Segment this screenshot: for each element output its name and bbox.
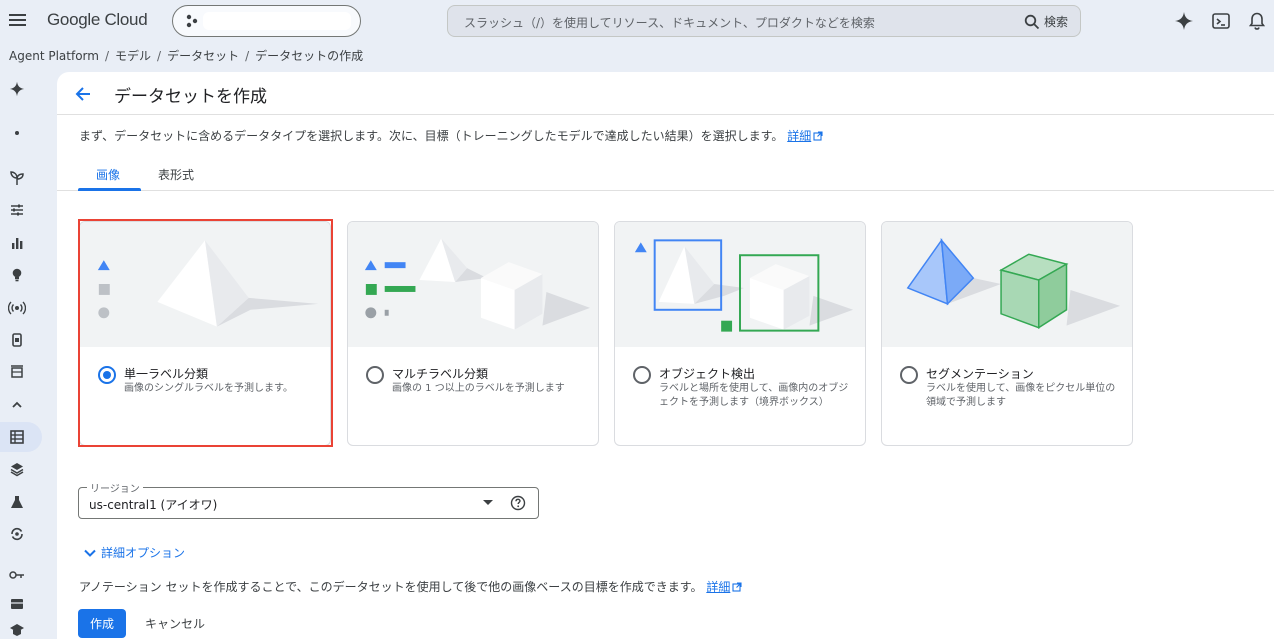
main-panel: データセットを作成 まず、データセットに含めるデータタイプを選択します。次に、目… xyxy=(57,72,1274,639)
breadcrumb-item[interactable]: データセット xyxy=(167,49,239,63)
region-value: us-central1 (アイオワ) xyxy=(89,498,218,512)
learn-more-label: 詳細 xyxy=(787,129,812,143)
chevron-down-icon xyxy=(84,549,96,557)
lightbulb-icon[interactable] xyxy=(8,266,26,284)
annotation-note: アノテーション セットを作成することで、このデータセットを使用して後で他の画像ベ… xyxy=(79,578,742,595)
active-tab-indicator xyxy=(78,188,141,191)
card-description: ラベルを使用して、画像をピクセル単位の領域で予測します xyxy=(926,383,1116,408)
chevron-up-icon[interactable] xyxy=(8,396,26,414)
annotation-text: アノテーション セットを作成することで、このデータセットを使用して後で他の画像ベ… xyxy=(79,580,703,594)
project-icon xyxy=(186,14,198,28)
data-type-tabs: 画像 表形式 xyxy=(57,158,1274,191)
dropdown-arrow-icon[interactable] xyxy=(483,500,493,505)
learn-more-label: 詳細 xyxy=(706,580,731,594)
radio-multi-label[interactable] xyxy=(366,366,384,384)
object-detection-illustration xyxy=(615,222,865,347)
device-icon[interactable] xyxy=(8,331,26,349)
project-name xyxy=(203,12,351,30)
cancel-button[interactable]: キャンセル xyxy=(135,609,215,638)
sync-icon[interactable] xyxy=(8,525,26,543)
search-bar[interactable]: スラッシュ（/）を使用してリソース、ドキュメント、プロダクトなどを検索 検索 xyxy=(447,5,1081,37)
project-picker[interactable] xyxy=(172,5,361,37)
tab-image[interactable]: 画像 xyxy=(96,166,120,183)
learn-more-link[interactable]: 詳細 xyxy=(787,129,823,143)
sprout-icon[interactable] xyxy=(8,169,26,187)
help-icon[interactable] xyxy=(510,495,526,511)
card-title: オブジェクト検出 xyxy=(659,367,756,381)
card-title: マルチラベル分類 xyxy=(392,367,489,381)
menu-icon[interactable] xyxy=(8,10,28,30)
create-button[interactable]: 作成 xyxy=(78,609,126,638)
back-arrow-icon[interactable] xyxy=(73,84,93,104)
multi-label-illustration xyxy=(348,222,598,347)
single-label-illustration xyxy=(80,222,330,347)
card-description: 画像のシングルラベルを予測します。 xyxy=(124,383,293,394)
pipeline-icon[interactable] xyxy=(8,362,26,380)
dataset-icon[interactable] xyxy=(8,428,26,446)
gemini-icon[interactable] xyxy=(1174,11,1194,31)
cloud-shell-icon[interactable] xyxy=(1211,11,1231,31)
sparkle-icon[interactable] xyxy=(8,80,26,98)
external-link-icon xyxy=(732,582,742,592)
search-button[interactable]: 検索 xyxy=(1024,13,1068,30)
segmentation-illustration xyxy=(882,222,1132,347)
flask-icon[interactable] xyxy=(8,493,26,511)
breadcrumb: Agent Platform / モデル / データセット / データセットの作成 xyxy=(9,49,364,63)
region-label: リージョン xyxy=(87,480,143,495)
key-icon[interactable] xyxy=(8,566,26,584)
objective-card-multi-label[interactable]: マルチラベル分類 画像の 1 つ以上のラベルを予測します xyxy=(347,221,599,446)
card-description: 画像の 1 つ以上のラベルを予測します xyxy=(392,383,565,394)
radio-segmentation[interactable] xyxy=(900,366,918,384)
radio-object-detection[interactable] xyxy=(633,366,651,384)
notifications-icon[interactable] xyxy=(1247,11,1267,31)
tune-icon[interactable] xyxy=(8,201,26,219)
card-title: セグメンテーション xyxy=(926,367,1034,381)
objective-card-segmentation[interactable]: セグメンテーション ラベルを使用して、画像をピクセル単位の領域で予測します xyxy=(881,221,1133,446)
search-icon xyxy=(1024,14,1040,29)
description-text: まず、データセットに含めるデータタイプを選択します。次に、目標（トレーニングした… xyxy=(79,129,784,143)
card-title: 単一ラベル分類 xyxy=(124,367,209,381)
page-description: まず、データセットに含めるデータタイプを選択します。次に、目標（トレーニングした… xyxy=(79,127,823,144)
card-description: ラベルと場所を使用して、画像内のオブジェクトを予測します（境界ボックス） xyxy=(659,383,849,408)
search-button-label: 検索 xyxy=(1043,15,1068,29)
external-link-icon xyxy=(813,131,823,141)
tab-tabular[interactable]: 表形式 xyxy=(158,166,194,183)
breadcrumb-item[interactable]: Agent Platform xyxy=(9,49,99,63)
storage-icon[interactable] xyxy=(8,595,26,613)
objective-card-single-label[interactable]: 単一ラベル分類 画像のシングルラベルを予測します。 xyxy=(79,221,331,446)
page-header: データセットを作成 xyxy=(57,72,1274,115)
annotation-learn-more-link[interactable]: 詳細 xyxy=(706,580,742,594)
page-title: データセットを作成 xyxy=(114,87,267,107)
dot-icon[interactable] xyxy=(8,124,26,142)
broadcast-icon[interactable] xyxy=(8,299,26,317)
search-input[interactable]: スラッシュ（/）を使用してリソース、ドキュメント、プロダクトなどを検索 xyxy=(464,14,875,31)
region-select[interactable]: リージョン us-central1 (アイオワ) xyxy=(78,480,539,519)
layers-icon[interactable] xyxy=(8,460,26,478)
advanced-options-label: 詳細オプション xyxy=(101,546,186,560)
breadcrumb-item[interactable]: モデル xyxy=(115,49,151,63)
bar-chart-icon[interactable] xyxy=(8,234,26,252)
advanced-options-toggle[interactable]: 詳細オプション xyxy=(83,544,185,561)
school-icon[interactable] xyxy=(8,621,26,639)
radio-single-label[interactable] xyxy=(98,366,116,384)
breadcrumb-item-current: データセットの作成 xyxy=(255,49,364,63)
google-cloud-logo[interactable]: Google Cloud xyxy=(47,10,148,30)
objective-card-object-detection[interactable]: オブジェクト検出 ラベルと場所を使用して、画像内のオブジェクトを予測します（境界… xyxy=(614,221,866,446)
top-bar: Google Cloud スラッシュ（/）を使用してリソース、ドキュメント、プロ… xyxy=(0,0,1274,42)
